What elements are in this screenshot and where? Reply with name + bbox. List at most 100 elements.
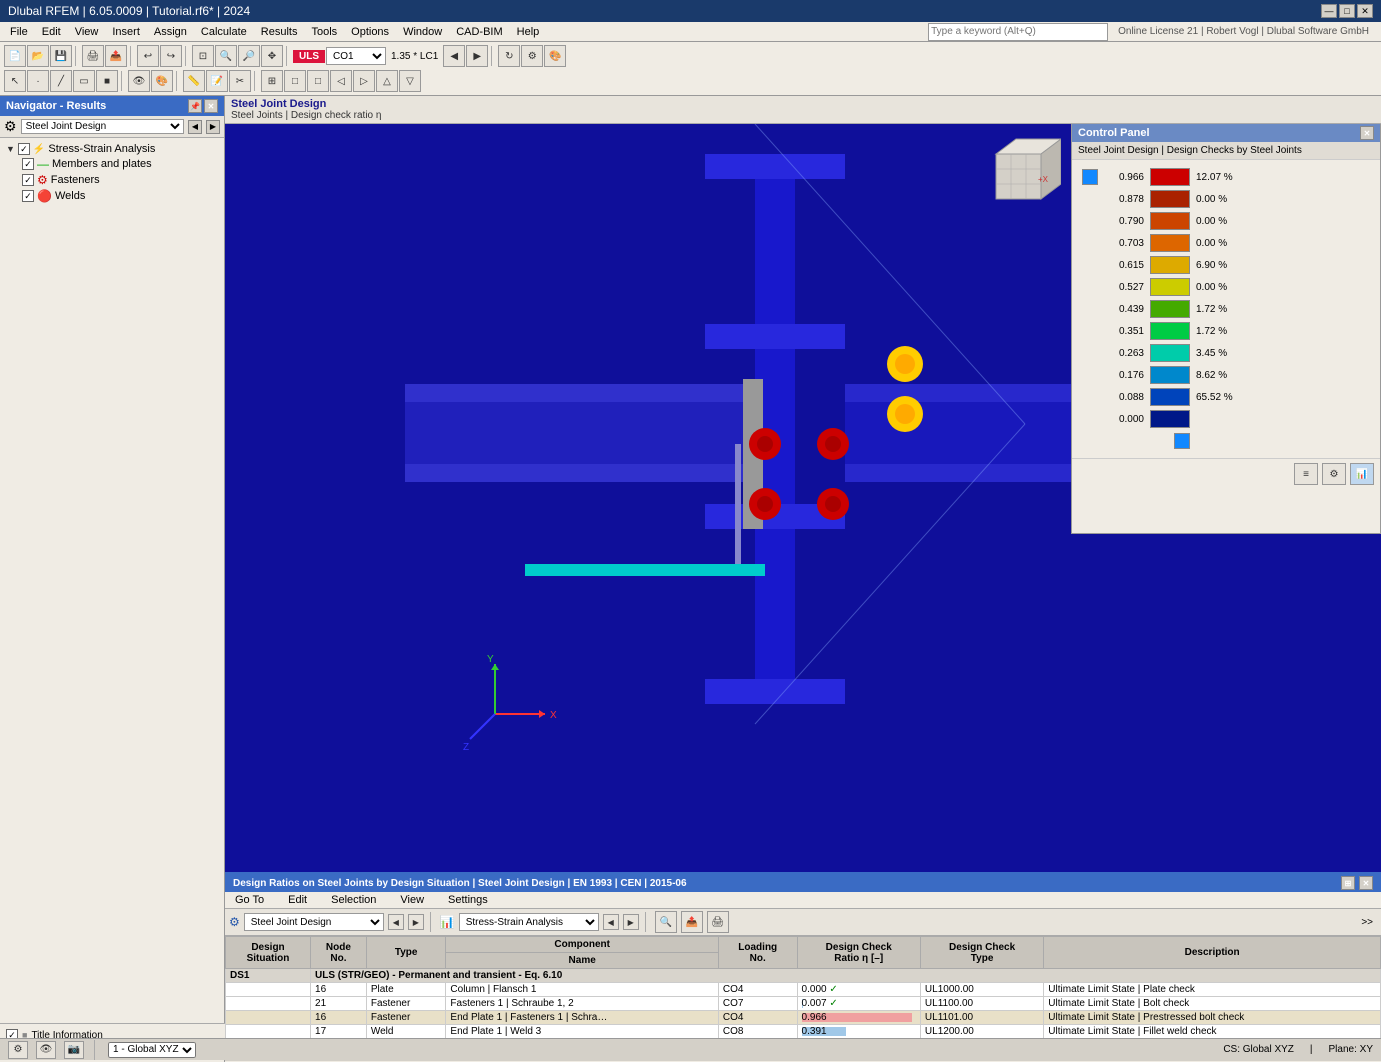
results-view[interactable]: View	[394, 893, 430, 907]
measure-button[interactable]: 📏	[183, 70, 205, 92]
export-button[interactable]: 📤	[105, 45, 127, 67]
welds-checkbox[interactable]	[22, 190, 34, 202]
menu-file[interactable]: File	[4, 25, 34, 39]
menu-insert[interactable]: Insert	[106, 25, 146, 39]
nav-next-button[interactable]: ▶	[206, 120, 220, 134]
back-button[interactable]: □	[307, 70, 329, 92]
nav-module-dropdown[interactable]: ⚙ Steel Joint Design ◀ ▶	[0, 116, 224, 138]
coordinate-select[interactable]: 1 - Global XYZ	[108, 1042, 196, 1058]
node-button[interactable]: ·	[27, 70, 49, 92]
surface-button[interactable]: ▭	[73, 70, 95, 92]
root-checkbox[interactable]	[18, 143, 30, 155]
nav-pin-button[interactable]: 📌	[188, 99, 202, 113]
display-button[interactable]: 👁	[128, 70, 150, 92]
left-button[interactable]: ◁	[330, 70, 352, 92]
results-selection[interactable]: Selection	[325, 893, 382, 907]
solid-button[interactable]: ■	[96, 70, 118, 92]
menu-options[interactable]: Options	[345, 25, 395, 39]
menu-view[interactable]: View	[69, 25, 105, 39]
nav-fasteners-item[interactable]: ⚙ Fasteners	[20, 172, 220, 188]
results-table-container[interactable]: DesignSituation NodeNo. Type Component L…	[225, 936, 1381, 1039]
bottom-button[interactable]: ▽	[399, 70, 421, 92]
zoom-out-button[interactable]: 🔎	[238, 45, 260, 67]
cell-desc: Ultimate Limit State | Plate check	[1044, 983, 1381, 997]
members-checkbox[interactable]	[22, 158, 34, 170]
section-button[interactable]: ✂	[229, 70, 251, 92]
status-video-button[interactable]: 📷	[64, 1041, 84, 1059]
analysis-select[interactable]: Stress-Strain Analysis	[459, 913, 599, 931]
design-prev-button[interactable]: ◀	[388, 914, 404, 930]
menu-cadbim[interactable]: CAD-BIM	[450, 25, 508, 39]
status-eye-button[interactable]: 👁	[36, 1041, 56, 1059]
viewport-subtitle: Steel Joints | Design check ratio η	[231, 110, 1375, 121]
co-select[interactable]: CO1	[326, 47, 386, 65]
cp-close-button[interactable]: ✕	[1360, 126, 1374, 140]
print-button[interactable]: 🖨	[82, 45, 104, 67]
filter-button[interactable]: 🔍	[655, 911, 677, 933]
menu-calculate[interactable]: Calculate	[195, 25, 253, 39]
select-button[interactable]: ↖	[4, 70, 26, 92]
legend-settings-button[interactable]: ⚙	[1322, 463, 1346, 485]
scene-3d[interactable]: X Y Z	[225, 124, 1381, 900]
maximize-button[interactable]: □	[1339, 4, 1355, 18]
render-button[interactable]: 🎨	[544, 45, 566, 67]
undo-button[interactable]: ↩	[137, 45, 159, 67]
close-button[interactable]: ✕	[1357, 4, 1373, 18]
top-button[interactable]: △	[376, 70, 398, 92]
menu-results[interactable]: Results	[255, 25, 304, 39]
table-row[interactable]: 21 Fastener Fasteners 1 | Schraube 1, 2 …	[226, 997, 1381, 1011]
next-co-button[interactable]: ▶	[466, 45, 488, 67]
status-settings-button[interactable]: ⚙	[8, 1041, 28, 1059]
legend-color-11	[1150, 410, 1190, 428]
design-next-button[interactable]: ▶	[408, 914, 424, 930]
zoom-in-button[interactable]: 🔍	[215, 45, 237, 67]
legend-row-10: 0.088 65.52 %	[1082, 386, 1370, 408]
pan-button[interactable]: ✥	[261, 45, 283, 67]
analysis-prev-button[interactable]: ◀	[603, 914, 619, 930]
view-cube[interactable]: +X	[976, 134, 1061, 222]
table-row[interactable]: 16 Fastener End Plate 1 | Fasteners 1 | …	[226, 1011, 1381, 1025]
nav-prev-button[interactable]: ◀	[188, 120, 202, 134]
color-button[interactable]: 🎨	[151, 70, 173, 92]
rotate-button[interactable]: ↻	[498, 45, 520, 67]
new-button[interactable]: 📄	[4, 45, 26, 67]
results-goto[interactable]: Go To	[229, 893, 270, 907]
export-table-button[interactable]: 📤	[681, 911, 703, 933]
legend-chart-button[interactable]: 📊	[1350, 463, 1374, 485]
legend-val-9: 0.176	[1104, 370, 1144, 381]
minimize-button[interactable]: —	[1321, 4, 1337, 18]
legend-table-button[interactable]: ≡	[1294, 463, 1318, 485]
menu-edit[interactable]: Edit	[36, 25, 67, 39]
menu-window[interactable]: Window	[397, 25, 448, 39]
settings-button[interactable]: ⚙	[521, 45, 543, 67]
menu-assign[interactable]: Assign	[148, 25, 193, 39]
iso-button[interactable]: ⊞	[261, 70, 283, 92]
line-button[interactable]: ╱	[50, 70, 72, 92]
print-table-button[interactable]: 🖨	[707, 911, 729, 933]
annotation-button[interactable]: 📝	[206, 70, 228, 92]
fasteners-checkbox[interactable]	[22, 174, 34, 186]
menu-tools[interactable]: Tools	[305, 25, 343, 39]
save-button[interactable]: 💾	[50, 45, 72, 67]
right-button[interactable]: ▷	[353, 70, 375, 92]
table-row[interactable]: 17 Weld End Plate 1 | Weld 3 CO8 0.391 ✓	[226, 1025, 1381, 1039]
results-close-button[interactable]: ✕	[1359, 876, 1373, 890]
zoom-fit-button[interactable]: ⊡	[192, 45, 214, 67]
results-expand-button[interactable]: ⊞	[1341, 876, 1355, 890]
table-row[interactable]: 16 Plate Column | Flansch 1 CO4 0.000 ✓	[226, 983, 1381, 997]
nav-close-button[interactable]: ✕	[204, 99, 218, 113]
front-button[interactable]: □	[284, 70, 306, 92]
menu-help[interactable]: Help	[511, 25, 546, 39]
nav-root-item[interactable]: ▼ ⚡ Stress-Strain Analysis	[4, 142, 220, 156]
prev-co-button[interactable]: ◀	[443, 45, 465, 67]
module-select[interactable]: Steel Joint Design	[21, 119, 184, 134]
design-select[interactable]: Steel Joint Design	[244, 913, 384, 931]
open-button[interactable]: 📂	[27, 45, 49, 67]
results-settings[interactable]: Settings	[442, 893, 494, 907]
analysis-next-button[interactable]: ▶	[623, 914, 639, 930]
redo-button[interactable]: ↪	[160, 45, 182, 67]
search-input[interactable]	[928, 23, 1108, 41]
nav-welds-item[interactable]: 🔴 Welds	[20, 188, 220, 204]
results-edit[interactable]: Edit	[282, 893, 313, 907]
nav-members-item[interactable]: — Members and plates	[20, 156, 220, 172]
